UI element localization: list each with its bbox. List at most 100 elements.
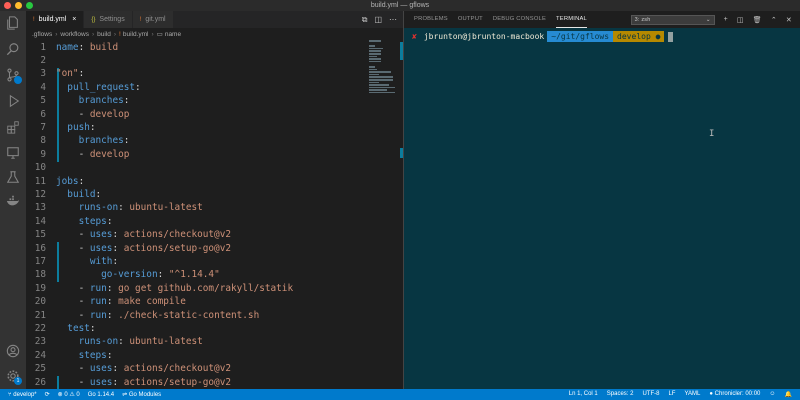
tab-git-yml[interactable]: ! git.yml [132,11,174,28]
breadcrumb-item[interactable]: workflows [60,31,89,38]
code-text: build: [67,189,102,201]
feedback-icon[interactable]: ☺ [769,391,775,398]
code-line[interactable]: 17 with: [26,255,366,268]
tab-debug-console[interactable]: DEBUG CONSOLE [493,11,546,28]
code-line[interactable]: 21 - run: ./check-static-content.sh [26,309,366,322]
code-line[interactable]: 13 runs-on: ubuntu-latest [26,201,366,214]
source-control-icon[interactable] [5,67,22,84]
maximize-panel-icon[interactable]: ⌃ [771,16,777,24]
terminal[interactable]: ✘ jbrunton@jbrunton-macbook ~/git/gflows… [404,28,800,389]
panel-tab-bar: PROBLEMS OUTPUT DEBUG CONSOLE TERMINAL 3… [404,11,800,28]
code-line[interactable]: 14 steps: [26,215,366,228]
yaml-file-icon: ! [119,30,121,38]
tab-build-yml[interactable]: ! build.yml × [26,11,85,28]
code-line[interactable]: 25 - uses: actions/checkout@v2 [26,362,366,375]
code-line[interactable]: 10 [26,161,366,174]
settings-gear-icon[interactable]: 1 [5,368,22,385]
line-number: 23 [34,336,46,348]
code-text: - develop [78,108,130,120]
code-line[interactable]: 8 branches: [26,134,366,147]
line-number: 14 [34,215,46,227]
code-line[interactable]: 9 - develop [26,148,366,161]
code-line[interactable]: 19 - run: go get github.com/rakyll/stati… [26,282,366,295]
remote-explorer-icon[interactable] [5,145,21,161]
code-line[interactable]: 1 name: build [26,41,366,54]
code-line[interactable]: 2 [26,54,366,67]
search-icon[interactable] [5,41,21,57]
tab-problems[interactable]: PROBLEMS [414,11,448,28]
terminal-select[interactable]: 3: zsh ⌄ [630,14,715,25]
code-text: branches: [78,95,130,107]
line-number: 17 [34,256,46,268]
prompt-branch: develop ● [613,31,665,42]
line-number: 13 [34,202,46,214]
branch-status[interactable]: ⑂ develop* [8,392,37,398]
docker-icon[interactable] [5,193,21,209]
code-line[interactable]: 7 push: [26,121,366,134]
window-title: build.yml — gflows [370,2,430,9]
code-line[interactable]: 16 - uses: actions/setup-go@v2 [26,242,366,255]
minimap[interactable] [369,40,397,110]
code-text: - uses: actions/setup-go@v2 [78,242,231,254]
code-line[interactable]: 22 test: [26,322,366,335]
files-icon[interactable] [5,15,21,31]
code-editor[interactable]: 1 name: build 2 3 "on": 4 pull_request: 5 bran… [26,40,403,389]
encoding-status[interactable]: UTF-8 [642,391,659,398]
breadcrumb-item[interactable]: build [97,31,111,38]
new-terminal-icon[interactable]: + [724,16,728,24]
tab-terminal[interactable]: TERMINAL [556,11,587,28]
close-icon[interactable]: × [72,16,76,23]
split-terminal-icon[interactable]: ◫ [737,16,744,24]
test-icon[interactable] [5,169,21,185]
language-status[interactable]: YAML [684,391,700,398]
breadcrumb-item[interactable]: name [165,31,181,38]
kill-terminal-icon[interactable]: 🗑 [753,16,762,24]
tab-output[interactable]: OUTPUT [458,11,483,28]
chevron-right-icon: › [151,30,154,38]
extensions-icon[interactable] [5,119,21,135]
indentation-status[interactable]: Spaces: 2 [607,391,634,398]
sync-icon[interactable]: ⟳ [45,391,50,398]
code-line[interactable]: 15 - uses: actions/checkout@v2 [26,228,366,241]
symbol-icon: ▭ [156,31,163,38]
code-line[interactable]: 5 branches: [26,94,366,107]
settings-badge: 1 [14,377,22,385]
tab-label: build.yml [38,16,67,23]
breadcrumb-item[interactable]: .gflows [32,31,52,38]
go-version-status[interactable]: Go 1.14.4 [88,392,114,398]
code-text: name: build [56,41,119,53]
tab-settings[interactable]: {} Settings [84,11,133,28]
cursor-position-status[interactable]: Ln 1, Col 1 [569,391,598,398]
line-number: 10 [34,162,46,174]
code-text: - run: ./check-static-content.sh [78,309,260,321]
code-text: jobs: [56,175,85,187]
eol-status[interactable]: LF [668,391,675,398]
code-text: - uses: actions/checkout@v2 [78,363,231,375]
close-panel-icon[interactable]: ✕ [786,16,792,24]
more-actions-icon[interactable]: ⋯ [389,15,397,24]
terminal-prompt: ✘ jbrunton@jbrunton-macbook ~/git/gflows… [412,31,674,42]
code-text: with: [89,256,119,268]
code-line[interactable]: 12 build: [26,188,366,201]
chronicler-status[interactable]: ● Chronicler: 00:00 [709,391,760,398]
code-line[interactable]: 20 - run: make compile [26,295,366,308]
problems-status[interactable]: ⊗ 0 ⚠ 0 [58,391,80,398]
code-line[interactable]: 3 "on": [26,67,366,80]
code-line[interactable]: 6 - develop [26,108,366,121]
code-line[interactable]: 24 steps: [26,349,366,362]
code-text: steps: [78,349,113,361]
chevron-down-icon: ⌄ [705,16,711,23]
code-line[interactable]: 23 runs-on: ubuntu-latest [26,335,366,348]
go-modules-status[interactable]: ⇌ Go Modules [122,391,161,398]
code-line[interactable]: 11 jobs: [26,175,366,188]
notifications-icon[interactable]: 🔔 [785,391,792,398]
code-text: "on": [56,68,85,80]
split-editor-icon[interactable]: ◫ [374,15,382,24]
open-changes-icon[interactable]: ⧉ [362,15,368,25]
account-icon[interactable] [5,343,21,359]
breadcrumb-item[interactable]: build.yml [123,31,149,38]
run-debug-icon[interactable] [5,93,21,109]
code-line[interactable]: 4 pull_request: [26,81,366,94]
code-line[interactable]: 18 go-version: "^1.14.4" [26,268,366,281]
code-line[interactable]: 26 - uses: actions/setup-go@v2 [26,376,366,389]
